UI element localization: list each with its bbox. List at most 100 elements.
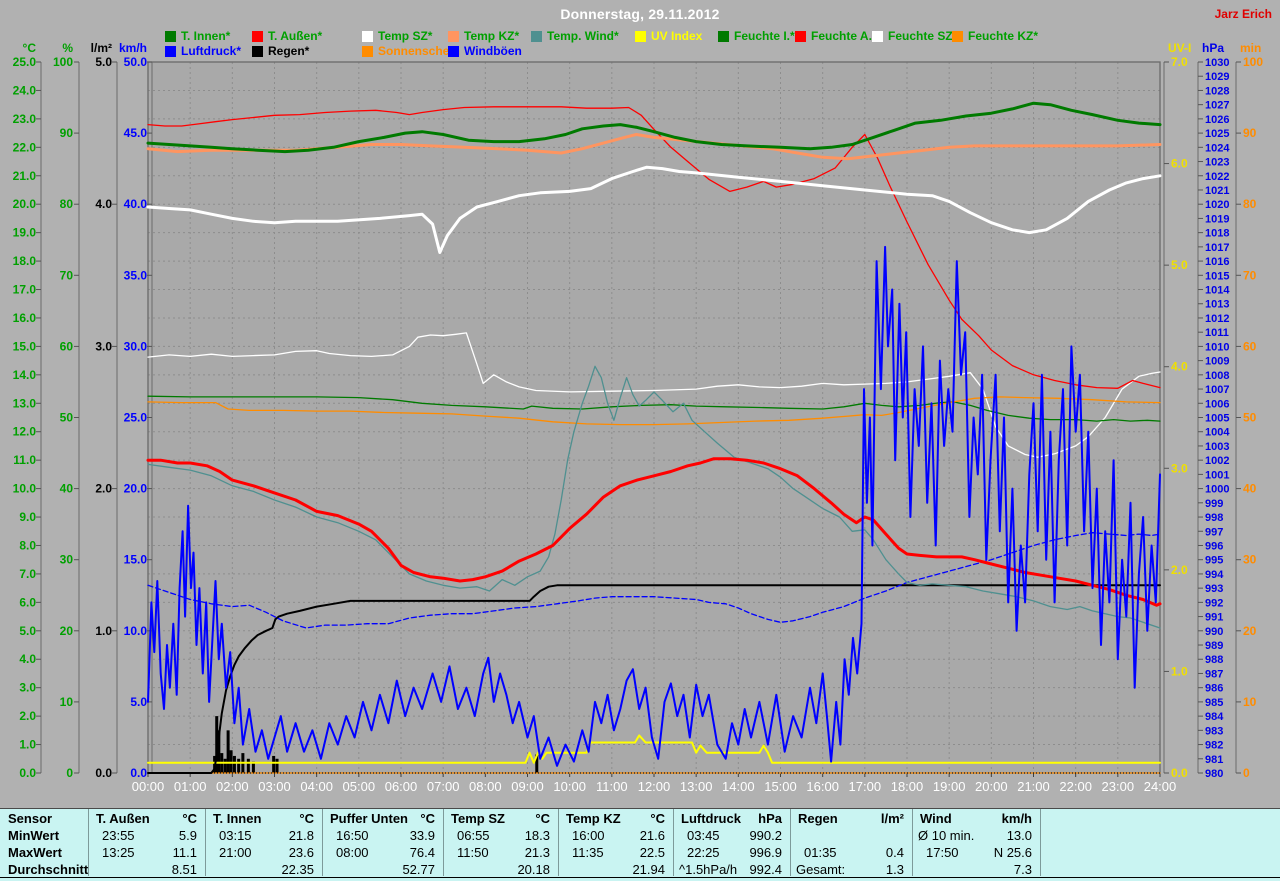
legend-item-feuchte-i-: Feuchte I.* <box>718 30 795 42</box>
svg-text:1014: 1014 <box>1205 285 1230 297</box>
sensor-unit: km/h <box>912 811 1032 827</box>
x-axis-tick-label: 13:00 <box>680 779 713 794</box>
svg-text:1016: 1016 <box>1205 256 1229 268</box>
svg-text:50: 50 <box>1243 411 1257 425</box>
svg-text:24.0: 24.0 <box>13 83 37 97</box>
legend-swatch-icon <box>252 31 263 42</box>
svg-text:35.0: 35.0 <box>124 268 148 282</box>
x-axis-tick-label: 01:00 <box>174 779 207 794</box>
legend-item-label: Feuchte I.* <box>734 29 795 43</box>
svg-text:0.0: 0.0 <box>95 766 112 780</box>
svg-text:1028: 1028 <box>1205 85 1229 97</box>
value: 22.5 <box>558 845 665 861</box>
svg-text:90: 90 <box>60 126 74 140</box>
svg-text:9.0: 9.0 <box>19 510 36 524</box>
value: 0.4 <box>790 845 904 861</box>
svg-text:987: 987 <box>1205 668 1223 680</box>
legend-item-label: Windböen <box>464 44 522 58</box>
svg-text:3.0: 3.0 <box>95 339 112 353</box>
svg-text:90: 90 <box>1243 126 1257 140</box>
svg-text:25.0: 25.0 <box>124 411 148 425</box>
svg-text:22.0: 22.0 <box>13 140 37 154</box>
legend-item-uv-index: UV Index <box>635 30 702 42</box>
svg-text:1007: 1007 <box>1205 384 1229 396</box>
value: 21.94 <box>558 862 665 878</box>
legend-item-t-innen-: T. Innen* <box>165 30 230 42</box>
svg-text:14.0: 14.0 <box>13 368 37 382</box>
svg-text:3.0: 3.0 <box>19 681 36 695</box>
svg-text:10: 10 <box>1243 695 1257 709</box>
svg-text:1006: 1006 <box>1205 398 1229 410</box>
svg-text:50: 50 <box>60 411 74 425</box>
svg-text:0: 0 <box>1243 766 1250 780</box>
sensor-unit: °C <box>322 811 435 827</box>
legend-item-feuchte-sz-: Feuchte SZ* <box>872 30 957 42</box>
row-header: MinWert <box>8 828 59 844</box>
legend-item-temp-sz-: Temp SZ* <box>362 30 432 42</box>
svg-text:1030: 1030 <box>1205 57 1229 69</box>
x-axis-tick-label: 06:00 <box>385 779 418 794</box>
legend-item-label: T. Innen* <box>181 29 230 43</box>
stats-table: SensorMinWertMaxWertDurchschnittT. Außen… <box>0 808 1280 881</box>
legend-item-label: Temp SZ* <box>378 29 432 43</box>
svg-text:2.0: 2.0 <box>19 709 36 723</box>
x-axis-tick-label: 08:00 <box>469 779 502 794</box>
svg-text:1012: 1012 <box>1205 313 1229 325</box>
svg-text:4.0: 4.0 <box>19 652 36 666</box>
x-axis-tick-label: 23:00 <box>1102 779 1135 794</box>
svg-text:990: 990 <box>1205 626 1223 638</box>
axis-unit-label: % <box>62 41 73 55</box>
svg-text:50.0: 50.0 <box>124 55 148 69</box>
axis-unit-label: hPa <box>1202 41 1224 55</box>
svg-text:7.0: 7.0 <box>19 567 36 581</box>
legend-swatch-icon <box>448 31 459 42</box>
svg-text:1011: 1011 <box>1205 327 1229 339</box>
legend-swatch-icon <box>718 31 729 42</box>
value: N 25.6 <box>912 845 1032 861</box>
svg-text:1027: 1027 <box>1205 100 1229 112</box>
legend-item-label: Feuchte SZ* <box>888 29 957 43</box>
legend-item-feuchte-a-: Feuchte A.* <box>795 30 877 42</box>
sensor-unit: °C <box>443 811 550 827</box>
row-header: Sensor <box>8 811 52 827</box>
svg-text:2.0: 2.0 <box>1171 563 1188 577</box>
svg-text:1004: 1004 <box>1205 427 1230 439</box>
value: 996.9 <box>673 845 782 861</box>
svg-text:20.0: 20.0 <box>124 482 148 496</box>
svg-text:1023: 1023 <box>1205 157 1229 169</box>
legend-swatch-icon <box>795 31 806 42</box>
value: 13.0 <box>912 828 1032 844</box>
table-bottom-border <box>0 877 1280 878</box>
svg-text:18.0: 18.0 <box>13 254 37 268</box>
svg-text:1025: 1025 <box>1205 128 1229 140</box>
svg-text:5.0: 5.0 <box>95 55 112 69</box>
x-axis-tick-label: 12:00 <box>638 779 671 794</box>
svg-text:0.0: 0.0 <box>19 766 36 780</box>
svg-text:1.0: 1.0 <box>19 738 36 752</box>
value: 20.18 <box>443 862 550 878</box>
svg-text:995: 995 <box>1205 555 1223 567</box>
svg-text:1021: 1021 <box>1205 185 1229 197</box>
axis-unit-label: km/h <box>119 41 147 55</box>
svg-text:1002: 1002 <box>1205 455 1229 467</box>
svg-text:994: 994 <box>1205 569 1224 581</box>
svg-text:1020: 1020 <box>1205 199 1229 211</box>
svg-text:70: 70 <box>1243 268 1257 282</box>
legend-item-temp-wind-: Temp. Wind* <box>531 30 619 42</box>
legend-item-label: Feuchte A.* <box>811 29 877 43</box>
x-axis-tick-label: 00:00 <box>132 779 165 794</box>
svg-text:1009: 1009 <box>1205 356 1229 368</box>
legend-item-label: T. Außen* <box>268 29 322 43</box>
svg-text:30.0: 30.0 <box>124 339 148 353</box>
legend-item-windböen: Windböen <box>448 45 522 57</box>
svg-text:989: 989 <box>1205 640 1223 652</box>
axis-unit-label: l/m² <box>91 41 112 55</box>
svg-text:100: 100 <box>1243 55 1263 69</box>
svg-text:6.0: 6.0 <box>1171 157 1188 171</box>
x-axis-tick-label: 03:00 <box>258 779 291 794</box>
svg-text:1010: 1010 <box>1205 341 1229 353</box>
x-axis-tick-label: 22:00 <box>1059 779 1092 794</box>
value: 18.3 <box>443 828 550 844</box>
legend-swatch-icon <box>252 46 263 57</box>
svg-text:1024: 1024 <box>1205 142 1230 154</box>
